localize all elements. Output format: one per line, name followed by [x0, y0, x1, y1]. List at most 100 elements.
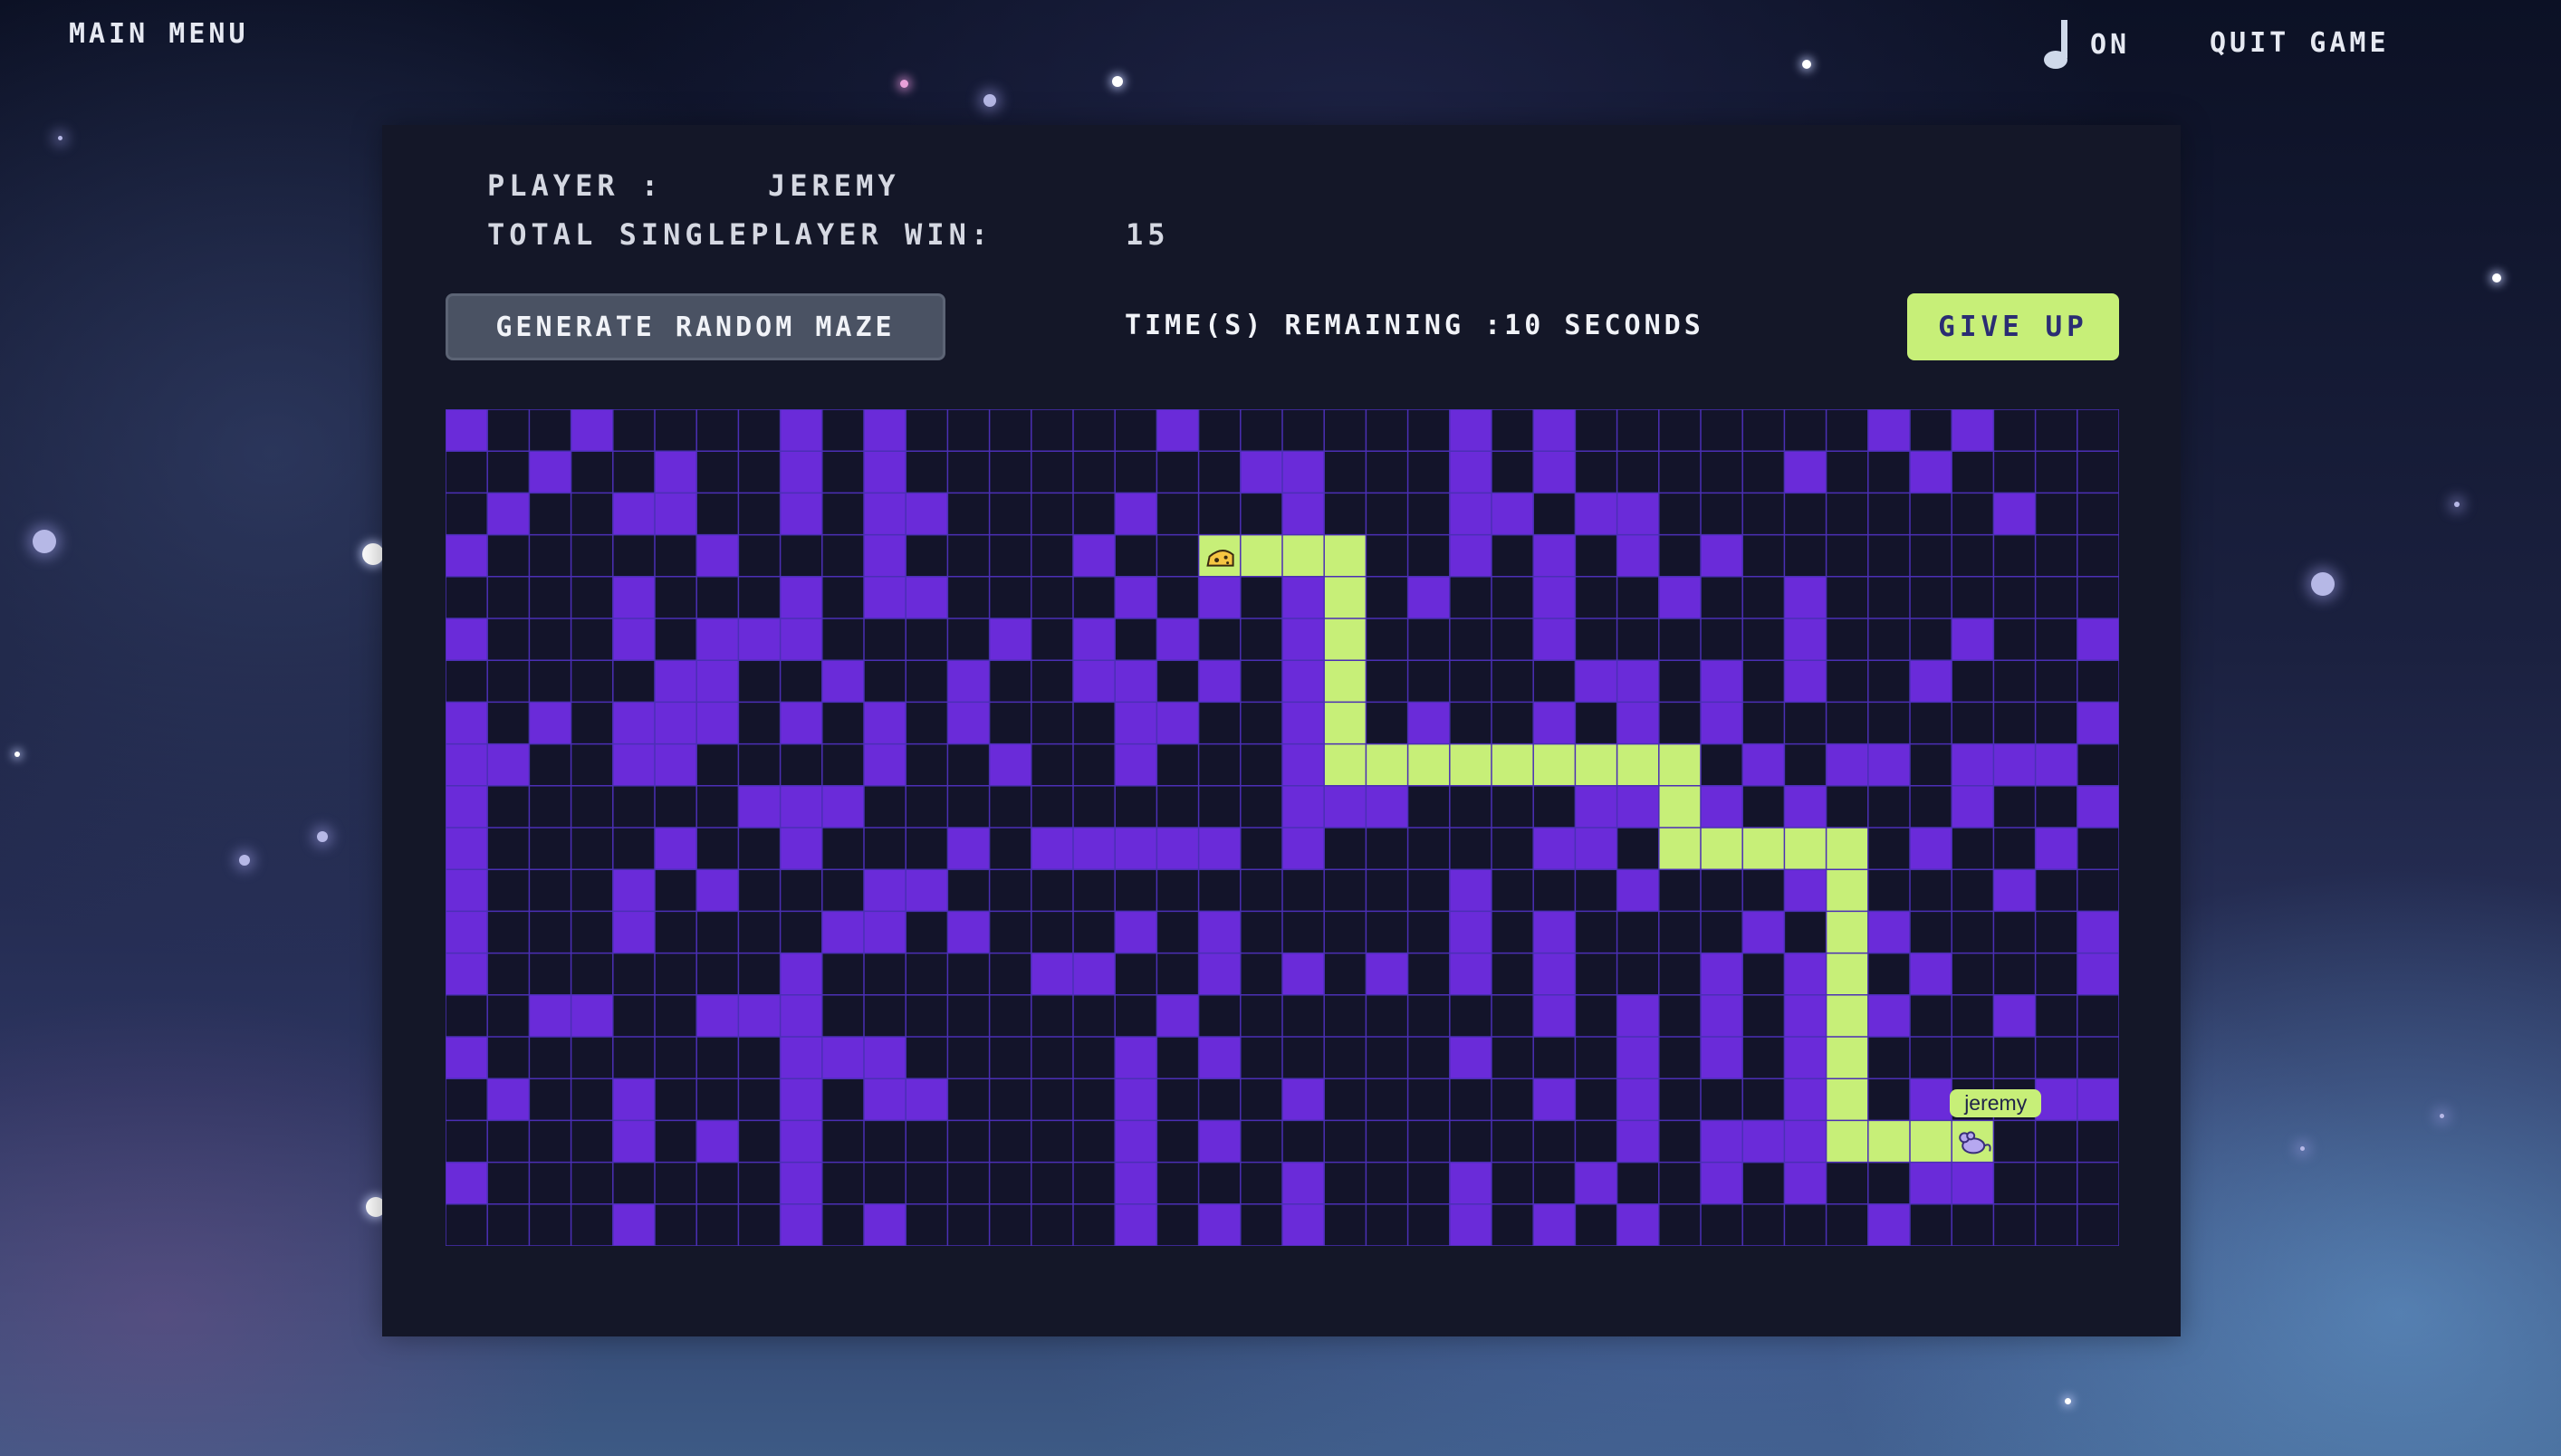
maze-wall-cell: [571, 994, 613, 1037]
solution-path-cell: [1826, 1037, 1869, 1079]
maze-wall-cell: [1616, 493, 1659, 535]
maze-wall-cell: [738, 994, 781, 1037]
give-up-button[interactable]: GIVE UP: [1907, 293, 2119, 360]
maze-wall-cell: [1156, 618, 1199, 661]
maze-wall-cell: [1366, 953, 1408, 995]
player-name-tag: jeremy: [1950, 1089, 2042, 1118]
maze-wall-cell: [446, 828, 488, 870]
maze-wall-cell: [1575, 660, 1617, 703]
maze-wall-cell: [1073, 828, 1116, 870]
maze-wall-cell: [1282, 660, 1325, 703]
solution-path-cell: [1658, 828, 1702, 870]
quit-game-link[interactable]: QUIT GAME: [2210, 27, 2390, 59]
solution-path-cell: [1826, 1120, 1869, 1164]
solution-path-cell: [1240, 534, 1283, 578]
maze-wall-cell: [1115, 576, 1157, 618]
maze-wall-cell: [1952, 618, 1994, 661]
maze-wall-cell: [655, 493, 697, 535]
background-star: [239, 855, 250, 866]
maze-wall-cell: [1156, 828, 1199, 870]
maze-wall-cell: [864, 451, 906, 493]
maze-wall-cell: [1031, 828, 1073, 870]
maze-wall-cell: [1993, 869, 2036, 912]
solution-path-cell: [1366, 743, 1409, 787]
maze-wall-cell: [1449, 534, 1492, 577]
maze-wall-cell: [1575, 1162, 1617, 1204]
maze-wall-cell: [446, 534, 488, 577]
maze-wall-cell: [1784, 994, 1827, 1037]
maze-wall-cell: [446, 953, 488, 995]
maze-wall-cell: [1073, 660, 1116, 703]
maze-wall-cell: [612, 911, 655, 953]
maze-wall-cell: [1198, 1120, 1241, 1163]
maze-wall-cell: [1282, 1162, 1325, 1204]
maze-wall-cell: [1198, 660, 1241, 703]
background-star: [33, 530, 56, 553]
maze-wall-cell: [780, 828, 822, 870]
solution-path-cell: [1492, 743, 1534, 787]
maze-wall-cell: [1867, 409, 1910, 452]
maze-wall-cell: [1073, 618, 1116, 661]
background-star: [362, 543, 384, 565]
maze-wall-cell: [1910, 953, 1952, 995]
maze-wall-cell: [821, 660, 864, 703]
solution-path-cell: [1658, 743, 1702, 787]
maze-wall-cell: [1616, 869, 1659, 912]
maze-wall-cell: [696, 1120, 739, 1163]
maze-wall-cell: [487, 493, 530, 535]
maze-wall-cell: [1115, 1078, 1157, 1121]
game-panel: PLAYER : JEREMY TOTAL SINGLEPLAYER WIN: …: [382, 125, 2181, 1336]
maze-wall-cell: [821, 1037, 864, 1079]
maze-board[interactable]: jeremy: [446, 409, 2119, 1246]
maze-wall-cell: [696, 534, 739, 577]
maze-wall-cell: [1533, 994, 1576, 1037]
maze-wall-cell: [1282, 785, 1325, 828]
solution-path-cell: [1701, 828, 1743, 870]
maze-wall-cell: [655, 702, 697, 744]
maze-wall-cell: [864, 869, 906, 912]
maze-wall-cell: [529, 702, 571, 744]
maze-wall-cell: [1742, 743, 1785, 786]
maze-wall-cell: [612, 869, 655, 912]
main-menu-link[interactable]: MAIN MENU: [69, 18, 249, 50]
background-star: [983, 94, 996, 107]
maze-wall-cell: [1449, 451, 1492, 493]
solution-path-cell: [1616, 743, 1660, 787]
solution-path-cell: [1449, 743, 1492, 787]
maze-wall-cell: [1784, 1037, 1827, 1079]
maze-wall-cell: [2035, 743, 2077, 786]
maze-wall-cell: [696, 618, 739, 661]
maze-wall-cell: [2035, 828, 2077, 870]
maze-wall-cell: [2077, 785, 2119, 828]
background-star: [2311, 572, 2335, 596]
solution-path-cell: [1658, 785, 1702, 829]
maze-wall-cell: [780, 451, 822, 493]
maze-grid: [446, 409, 2119, 1246]
background-star: [2440, 1114, 2444, 1118]
music-toggle[interactable]: ON: [2038, 18, 2130, 71]
maze-wall-cell: [612, 1120, 655, 1163]
maze-wall-cell: [1449, 1037, 1492, 1079]
maze-wall-cell: [1449, 409, 1492, 452]
player-info: PLAYER : JEREMY TOTAL SINGLEPLAYER WIN: …: [487, 161, 1170, 259]
maze-wall-cell: [571, 409, 613, 452]
solution-path-cell: [1742, 828, 1785, 870]
maze-wall-cell: [780, 1037, 822, 1079]
maze-wall-cell: [1616, 994, 1659, 1037]
music-state-label: ON: [2090, 28, 2131, 61]
maze-wall-cell: [1616, 1078, 1659, 1121]
maze-wall-cell: [780, 1078, 822, 1121]
maze-wall-cell: [1282, 828, 1325, 870]
maze-wall-cell: [780, 1203, 822, 1246]
maze-wall-cell: [1198, 911, 1241, 953]
maze-wall-cell: [529, 994, 571, 1037]
maze-wall-cell: [1701, 702, 1743, 744]
generate-random-maze-button[interactable]: GENERATE RANDOM MAZE: [446, 293, 945, 360]
singleplayer-wins-value: 15: [1126, 217, 1170, 252]
maze-wall-cell: [1449, 1162, 1492, 1204]
maze-wall-cell: [780, 1120, 822, 1163]
maze-wall-cell: [780, 953, 822, 995]
maze-wall-cell: [696, 869, 739, 912]
maze-wall-cell: [1616, 785, 1659, 828]
maze-wall-cell: [780, 618, 822, 661]
